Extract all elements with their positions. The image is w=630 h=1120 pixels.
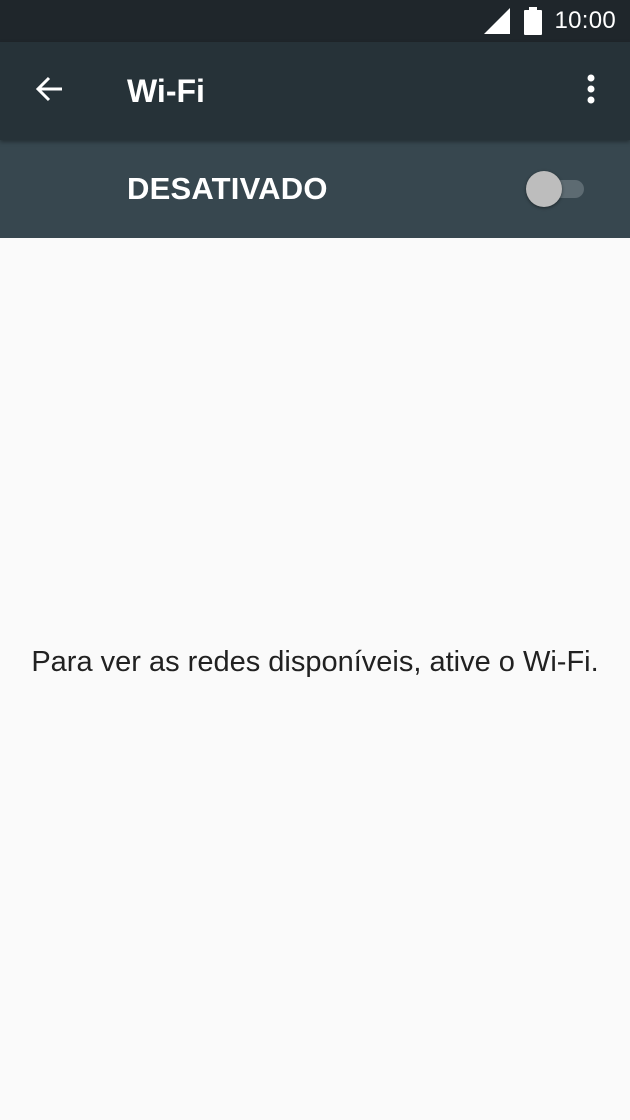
wifi-master-switch-bar[interactable]: DESATIVADO: [0, 140, 630, 238]
wifi-switch-label: DESATIVADO: [127, 171, 328, 206]
network-list-area: Para ver as redes disponíveis, ative o W…: [0, 238, 630, 1120]
wifi-toggle[interactable]: [524, 171, 586, 207]
status-icons: 10:00: [484, 0, 616, 42]
app-bar: Wi-Fi: [0, 42, 630, 140]
toggle-thumb: [526, 171, 562, 207]
signal-icon: [484, 8, 511, 34]
status-clock: 10:00: [554, 7, 616, 34]
status-bar: 10:00: [0, 0, 630, 42]
empty-state-message: Para ver as redes disponíveis, ative o W…: [31, 646, 599, 678]
more-options-button[interactable]: [566, 66, 616, 116]
arrow-back-icon: [34, 74, 64, 109]
more-vert-icon: [586, 74, 596, 109]
battery-icon: [524, 7, 543, 35]
page-title: Wi-Fi: [127, 73, 205, 109]
back-button[interactable]: [24, 66, 74, 116]
